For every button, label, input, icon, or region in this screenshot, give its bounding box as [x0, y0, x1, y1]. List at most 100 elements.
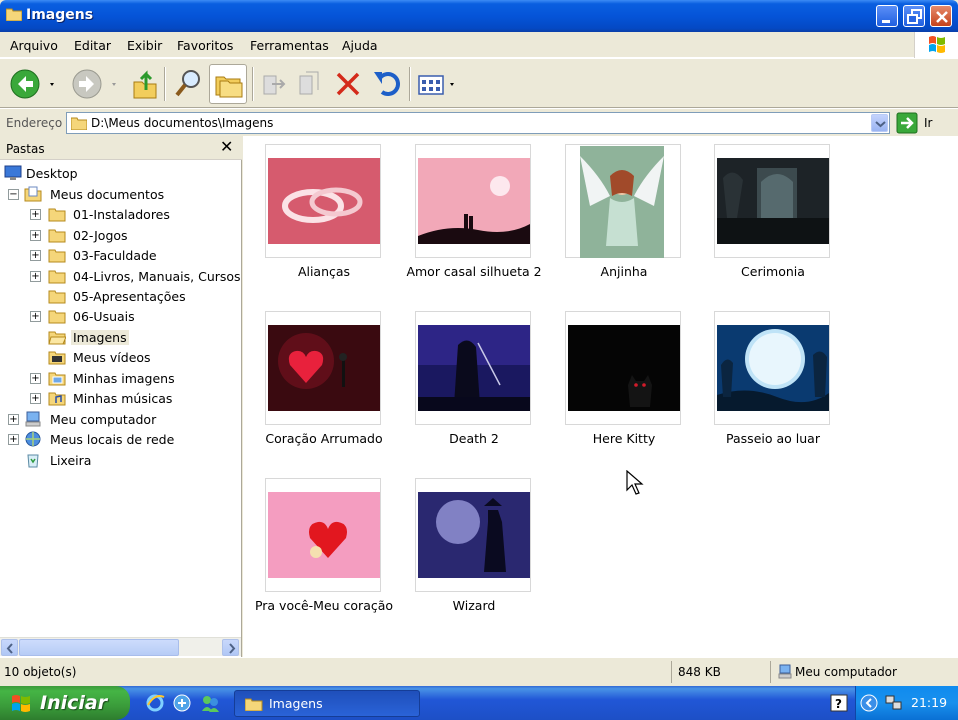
internet-explorer-icon[interactable] — [145, 693, 165, 713]
address-input[interactable]: D:\Meus documentos\Imagens — [66, 112, 890, 134]
file-thumbnail[interactable]: Anjinha — [546, 136, 696, 286]
menu-bar: Arquivo Editar Exibir Favoritos Ferramen… — [0, 32, 958, 58]
move-to-button[interactable] — [258, 64, 288, 104]
tree-item-label: Meus documentos — [50, 187, 165, 202]
go-button[interactable] — [896, 112, 918, 134]
outlook-express-icon[interactable] — [172, 693, 192, 713]
expand-icon[interactable]: + — [30, 209, 41, 220]
scroll-thumb[interactable] — [19, 639, 179, 656]
network-connection-icon[interactable] — [884, 694, 904, 712]
folders-pane-title: Pastas — [6, 142, 45, 156]
menu-favoritos[interactable]: Favoritos — [177, 38, 233, 53]
file-thumbnail[interactable]: Amor casal silhueta 2 — [396, 136, 546, 286]
title-bar[interactable]: Imagens — [0, 0, 958, 32]
horizontal-scrollbar[interactable] — [0, 637, 241, 656]
go-label[interactable]: Ir — [924, 116, 932, 130]
status-bar: 10 objeto(s) 848 KB Meu computador — [0, 657, 958, 685]
close-button[interactable] — [930, 5, 952, 27]
file-name: Cerimonia — [741, 264, 805, 279]
network-icon — [25, 431, 41, 447]
expand-icon[interactable]: + — [8, 414, 19, 425]
views-button[interactable] — [416, 64, 460, 104]
file-thumbnail[interactable]: Alianças — [246, 136, 396, 286]
file-name: Passeio ao luar — [726, 431, 820, 446]
scroll-right-button[interactable] — [222, 639, 239, 656]
file-name: Death 2 — [449, 431, 499, 446]
open-folder-icon — [48, 331, 66, 345]
thumbnail-frame — [714, 144, 830, 258]
expand-icon[interactable]: + — [30, 230, 41, 241]
tree-item-label: Meu computador — [50, 412, 157, 427]
messenger-icon[interactable] — [200, 693, 220, 713]
image-preview — [580, 146, 664, 258]
tree-item-label: 02-Jogos — [73, 228, 128, 243]
help-icon[interactable]: ? — [830, 694, 848, 712]
up-folder-button[interactable] — [130, 64, 160, 104]
file-thumbnail[interactable]: Cerimonia — [695, 136, 845, 286]
menu-editar[interactable]: Editar — [74, 38, 111, 53]
folder-icon — [48, 310, 66, 324]
expand-icon[interactable]: + — [8, 434, 19, 445]
file-name: Coração Arrumado — [265, 431, 383, 446]
back-button[interactable] — [8, 64, 58, 104]
image-preview — [418, 325, 530, 411]
restore-button[interactable] — [903, 5, 925, 27]
folders-pane-close-button[interactable]: ✕ — [220, 139, 233, 155]
address-dropdown-button[interactable] — [871, 114, 888, 132]
menu-ajuda[interactable]: Ajuda — [342, 38, 378, 53]
expand-icon[interactable]: + — [30, 373, 41, 384]
forward-button[interactable] — [70, 64, 120, 104]
thumbnail-frame — [565, 144, 681, 258]
expand-icon[interactable]: + — [30, 393, 41, 404]
menu-arquivo[interactable]: Arquivo — [10, 38, 58, 53]
file-thumbnail[interactable]: Pra você-Meu coração — [246, 470, 396, 620]
thumbnail-frame — [565, 311, 681, 425]
thumbnail-frame — [415, 478, 531, 592]
expand-icon[interactable]: + — [30, 271, 41, 282]
computer-icon — [25, 411, 41, 427]
expand-icon[interactable]: + — [30, 250, 41, 261]
delete-button[interactable] — [333, 64, 363, 104]
tree-item-label: 03-Faculdade — [73, 248, 157, 263]
taskbar: Iniciar Imagens ? 21:19 — [0, 686, 958, 720]
file-thumbnail[interactable]: Passeio ao luar — [695, 303, 845, 453]
address-path: D:\Meus documentos\Imagens — [91, 116, 274, 130]
taskbar-window-button[interactable]: Imagens — [234, 690, 420, 717]
tree-item-04-livros[interactable]: + 04-Livros, Manuais, Cursos e — [30, 267, 240, 287]
show-hidden-icons-button[interactable] — [860, 694, 878, 712]
taskbar-window-label: Imagens — [269, 696, 323, 711]
start-button[interactable]: Iniciar — [0, 686, 130, 720]
undo-button[interactable] — [370, 64, 402, 104]
total-size: 848 KB — [678, 665, 721, 679]
system-tray: 21:19 — [855, 686, 958, 720]
collapse-icon[interactable]: − — [8, 189, 19, 200]
minimize-button[interactable] — [876, 5, 898, 27]
image-preview — [268, 492, 380, 578]
scroll-left-button[interactable] — [1, 639, 18, 656]
mouse-cursor-icon — [626, 470, 644, 495]
image-preview — [418, 492, 530, 578]
folders-toggle-button[interactable] — [209, 64, 247, 104]
thumbnail-frame — [415, 144, 531, 258]
status-size-cell: 848 KB — [671, 661, 766, 683]
file-thumbnail[interactable]: Here Kitty — [546, 303, 696, 453]
folder-icon — [48, 229, 66, 243]
svg-text:?: ? — [835, 697, 842, 711]
folder-icon — [6, 8, 22, 21]
menu-ferramentas[interactable]: Ferramentas — [250, 38, 329, 53]
expand-icon[interactable]: + — [30, 311, 41, 322]
file-thumbnail[interactable]: Wizard — [396, 470, 546, 620]
chevron-down-icon — [875, 121, 886, 128]
copy-to-button[interactable] — [294, 64, 324, 104]
menu-exibir[interactable]: Exibir — [127, 38, 162, 53]
file-name: Anjinha — [600, 264, 648, 279]
desktop-icon — [4, 165, 22, 180]
tree-item-label: 05-Apresentações — [73, 289, 186, 304]
search-button[interactable] — [172, 64, 204, 104]
file-thumbnail[interactable]: Death 2 — [396, 303, 546, 453]
file-thumbnail[interactable]: Coração Arrumado — [246, 303, 396, 453]
tree-item-label: Meus vídeos — [73, 350, 151, 365]
window-title: Imagens — [26, 7, 94, 23]
go-arrow-icon — [896, 112, 918, 134]
object-count: 10 objeto(s) — [4, 665, 77, 679]
